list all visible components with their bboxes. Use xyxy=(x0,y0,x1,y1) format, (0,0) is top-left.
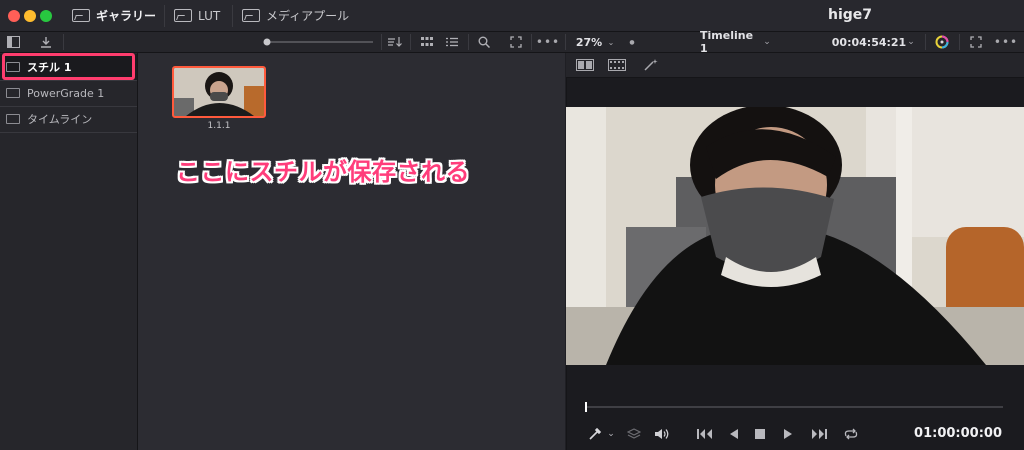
title-bar: ギャラリー LUT メディアプール hige7 xyxy=(0,0,1024,32)
lut-icon xyxy=(174,9,192,22)
eyedropper-icon xyxy=(589,427,602,440)
go-to-start-button[interactable] xyxy=(694,420,716,448)
more-icon: ••• xyxy=(535,35,561,49)
project-title: hige7 xyxy=(827,7,873,23)
annotation-text: ここにスチルが保存される xyxy=(176,158,470,186)
audio-button[interactable] xyxy=(652,420,672,448)
speaker-icon xyxy=(655,429,669,439)
color-picker-button[interactable] xyxy=(584,420,606,448)
powergrade-album-icon xyxy=(6,88,20,98)
film-strip-icon xyxy=(608,59,626,71)
gallery-toolbar: ••• 27% ⌄ ● Timeline 1 ⌄ 00:04:54:21 ⌄ •… xyxy=(0,29,1024,55)
layers-icon xyxy=(627,428,641,439)
fullscreen-icon xyxy=(970,36,982,48)
timeline-scrubber[interactable] xyxy=(566,395,1024,417)
minimize-window-button[interactable] xyxy=(24,10,36,22)
scrubber-track xyxy=(585,402,1003,412)
timeline-name: Timeline 1 xyxy=(700,29,754,55)
loop-button[interactable] xyxy=(840,420,862,448)
tab-lut[interactable]: LUT xyxy=(174,0,220,31)
close-window-button[interactable] xyxy=(8,10,20,22)
tab-gallery[interactable]: ギャラリー xyxy=(72,0,156,31)
download-icon xyxy=(41,37,51,48)
viewer-more-button[interactable]: ••• xyxy=(994,32,1018,52)
gallery-view-button[interactable] xyxy=(606,55,628,75)
timeline-dropdown[interactable]: Timeline 1 xyxy=(700,29,760,55)
split-screen-button[interactable] xyxy=(574,55,596,75)
import-button[interactable] xyxy=(36,32,56,52)
album-sidebar: スチル 1 PowerGrade 1 タイムライン xyxy=(0,53,138,450)
record-timecode: 01:00:00:00 xyxy=(914,426,1002,441)
expand-icon xyxy=(510,36,522,48)
timeline-album-icon xyxy=(6,114,20,124)
tab-divider xyxy=(164,5,165,27)
loop-icon xyxy=(844,428,858,440)
tab-gallery-label: ギャラリー xyxy=(96,9,157,23)
gallery-icon xyxy=(72,9,90,22)
transport-controls: ⌄ 01:00:00:00 xyxy=(566,420,1024,450)
sidebar-toggle-icon xyxy=(6,36,20,48)
video-frame-image xyxy=(566,107,1024,365)
source-timecode-value: 00:04:54:21 xyxy=(831,35,907,49)
annotation-highlight-box xyxy=(2,53,135,80)
chevron-down-icon: ⌄ xyxy=(763,37,771,47)
search-icon xyxy=(478,36,490,48)
layers-button[interactable] xyxy=(624,420,644,448)
zoom-level: 27% xyxy=(575,35,603,49)
skip-start-icon xyxy=(697,429,712,439)
color-scope-button[interactable] xyxy=(932,32,952,52)
tab-divider xyxy=(232,5,233,27)
grid-view-icon xyxy=(421,37,433,46)
play-reverse-button[interactable] xyxy=(724,420,744,448)
chevron-down-icon: ⌄ xyxy=(607,37,615,47)
album-item-timeline[interactable]: タイムライン xyxy=(0,106,137,132)
tab-media-pool[interactable]: メディアプール xyxy=(242,0,349,31)
tab-media-pool-label: メディアプール xyxy=(266,9,350,23)
media-pool-icon xyxy=(242,9,260,22)
still-label: 1.1.1 xyxy=(207,121,231,131)
chevron-down-icon: ⌄ xyxy=(607,429,615,439)
still-thumbnail[interactable] xyxy=(172,66,266,118)
source-timecode: 00:04:54:21 xyxy=(831,32,907,52)
viewer-frame xyxy=(566,107,1024,365)
play-button[interactable] xyxy=(778,420,798,448)
thumbnail-size-slider[interactable] xyxy=(260,32,375,52)
play-icon xyxy=(784,429,792,439)
zoom-level-dropdown[interactable]: 27% xyxy=(574,32,604,52)
tab-lut-label: LUT xyxy=(198,8,221,23)
magic-wand-button[interactable] xyxy=(640,55,662,75)
stop-icon xyxy=(755,429,765,439)
list-view-button[interactable] xyxy=(443,32,461,52)
go-to-end-button[interactable] xyxy=(808,420,830,448)
magic-wand-icon xyxy=(644,59,658,71)
fullscreen-button[interactable] xyxy=(966,32,986,52)
stop-button[interactable] xyxy=(750,420,770,448)
still-preview-image xyxy=(174,68,264,116)
sort-icon xyxy=(388,37,402,47)
sort-button[interactable] xyxy=(384,32,406,52)
zoom-window-button[interactable] xyxy=(40,10,52,22)
album-label: PowerGrade 1 xyxy=(27,86,105,100)
chevron-down-icon: ⌄ xyxy=(907,37,915,47)
sidebar-toggle-button[interactable] xyxy=(4,32,22,52)
skip-end-icon xyxy=(812,429,827,439)
split-screen-icon xyxy=(576,59,594,71)
play-reverse-icon xyxy=(730,429,738,439)
dot-icon: ● xyxy=(629,38,635,46)
more-icon: ••• xyxy=(993,35,1019,49)
expand-button[interactable] xyxy=(506,32,526,52)
grid-view-button[interactable] xyxy=(418,32,436,52)
list-view-icon xyxy=(446,37,458,47)
search-button[interactable] xyxy=(474,32,494,52)
color-wheel-icon xyxy=(935,35,949,49)
viewer-toolbar xyxy=(566,53,1024,78)
album-item-powergrade-1[interactable]: PowerGrade 1 xyxy=(0,80,137,106)
more-options-button[interactable]: ••• xyxy=(536,32,560,52)
slider-track xyxy=(263,38,373,46)
album-label: タイムライン xyxy=(27,113,93,126)
